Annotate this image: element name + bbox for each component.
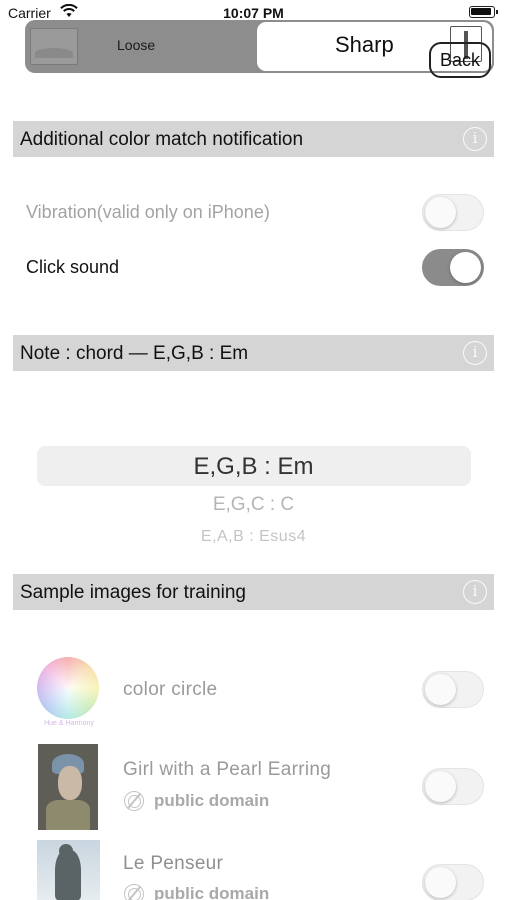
segment-sharp-label: Sharp xyxy=(335,32,394,57)
pearl-earring-toggle[interactable] xyxy=(422,768,484,805)
mode-segmented-control: Loose Sharp Back xyxy=(25,20,494,78)
section-header-note: Note : chord — E,G,B : Em i xyxy=(13,335,494,371)
statue-body xyxy=(55,850,81,900)
sample-label-color-circle: color circle xyxy=(123,679,218,700)
public-domain-icon xyxy=(124,791,144,811)
toggle-knob xyxy=(425,674,456,705)
toggle-knob xyxy=(450,252,481,283)
toggle-knob xyxy=(425,197,456,228)
le-penseur-image xyxy=(37,840,100,900)
info-icon[interactable]: i xyxy=(463,580,487,604)
click-sound-label: Click sound xyxy=(26,257,120,277)
chord-option[interactable]: E,A,B : Esus4 xyxy=(0,528,507,546)
le-penseur-toggle[interactable] xyxy=(422,864,484,900)
clock: 10:07 PM xyxy=(223,5,284,21)
pearl-earring-image xyxy=(38,744,98,830)
toggle-knob xyxy=(425,771,456,802)
loose-thumbnail-icon xyxy=(30,28,78,65)
painting-cloth xyxy=(46,800,90,830)
color-circle-image xyxy=(37,657,99,719)
license-label: public domain xyxy=(154,884,270,900)
info-icon[interactable]: i xyxy=(463,127,487,151)
painting-face xyxy=(58,766,82,800)
sample-label-pearl-earring: Girl with a Pearl Earring xyxy=(123,759,332,780)
section-title: Note : chord — E,G,B : Em xyxy=(20,343,249,364)
chord-option-selected[interactable]: E,G,B : Em xyxy=(0,453,507,481)
color-circle-toggle[interactable] xyxy=(422,671,484,708)
section-header-notification: Additional color match notification i xyxy=(13,121,494,157)
battery-icon xyxy=(469,6,498,18)
click-sound-toggle[interactable] xyxy=(422,249,484,286)
segment-loose[interactable]: Loose xyxy=(25,20,257,73)
segment-sharp[interactable]: Sharp Back xyxy=(257,22,492,78)
segment-loose-label: Loose xyxy=(117,37,156,53)
section-header-samples: Sample images for training i xyxy=(13,574,494,610)
chord-option[interactable]: E,G,C : C xyxy=(0,494,507,516)
license-label: public domain xyxy=(154,791,270,810)
section-title: Sample images for training xyxy=(20,582,246,603)
vibration-label: Vibration(valid only on iPhone) xyxy=(26,202,270,222)
color-circle-caption: Hue & Harmony xyxy=(44,720,94,727)
toggle-knob xyxy=(425,867,456,898)
section-title: Additional color match notification xyxy=(20,129,304,150)
sample-label-le-penseur: Le Penseur xyxy=(123,853,224,874)
vibration-toggle[interactable] xyxy=(422,194,484,231)
back-button[interactable]: Back xyxy=(429,42,491,78)
public-domain-icon xyxy=(124,884,144,900)
info-icon[interactable]: i xyxy=(463,341,487,365)
